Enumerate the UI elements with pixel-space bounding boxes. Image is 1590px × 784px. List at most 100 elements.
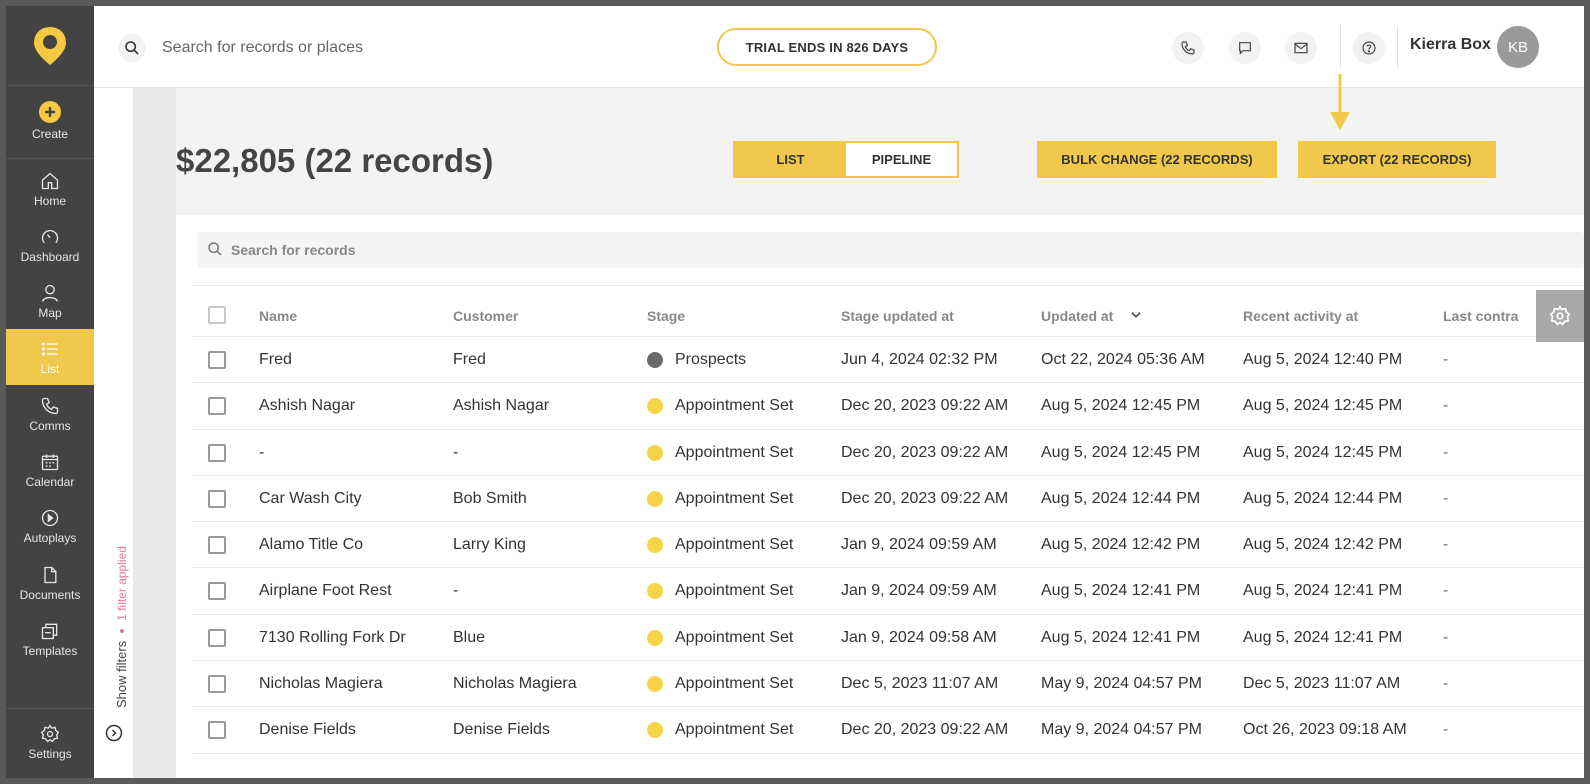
trial-badge[interactable]: TRIAL ENDS IN 826 DAYS <box>717 28 937 66</box>
records-search[interactable] <box>197 232 1584 268</box>
row-checkbox[interactable] <box>208 536 226 555</box>
search-icon[interactable] <box>118 34 146 62</box>
user-name[interactable]: Kierra Box <box>1410 36 1491 54</box>
sidebar-item-create[interactable]: Create <box>6 88 94 152</box>
table-row[interactable]: 7130 Rolling Fork Dr Blue Appointment Set J… <box>192 615 1584 662</box>
help-icon[interactable] <box>1353 32 1385 64</box>
sidebar-item-templates[interactable]: Templates <box>6 611 94 667</box>
bulk-change-button[interactable]: BULK CHANGE (22 RECORDS) <box>1037 141 1277 178</box>
chevron-down-icon <box>1131 312 1141 318</box>
cell-customer: Denise Fields <box>453 721 550 739</box>
cell-last-contact: - <box>1443 582 1449 600</box>
records-card: Name Customer Stage Stage updated at Upd… <box>176 215 1584 778</box>
column-header-recent-activity[interactable]: Recent activity at <box>1243 308 1358 324</box>
play-circle-icon <box>41 509 59 526</box>
column-header-name[interactable]: Name <box>259 308 297 324</box>
table-row[interactable]: Denise Fields Denise Fields Appointment Se… <box>192 707 1584 754</box>
row-checkbox[interactable] <box>208 628 226 647</box>
row-checkbox[interactable] <box>208 397 226 416</box>
column-header-customer[interactable]: Customer <box>453 308 518 324</box>
sidebar-item-label: Documents <box>19 587 81 602</box>
sidebar-item-label: Map <box>38 305 62 320</box>
filter-dot <box>119 628 124 633</box>
app-window: Create Home Dashboard Map List Comms Cal… <box>6 6 1584 778</box>
chat-icon[interactable] <box>1229 32 1261 64</box>
records-search-input[interactable] <box>231 240 531 260</box>
sidebar-item-comms[interactable]: Comms <box>6 386 94 442</box>
column-header-last-contact[interactable]: Last contra <box>1443 308 1518 324</box>
cell-updated: May 9, 2024 04:57 PM <box>1041 675 1202 693</box>
select-all-checkbox[interactable] <box>208 306 226 324</box>
cell-stage: Appointment Set <box>675 721 794 739</box>
table-row[interactable]: Car Wash City Bob Smith Appointment Set Dec… <box>192 476 1584 523</box>
cell-name[interactable]: 7130 Rolling Fork Dr <box>259 629 406 647</box>
cell-recent-activity: Oct 26, 2023 09:18 AM <box>1243 721 1407 739</box>
table-row[interactable]: Nicholas Magiera Nicholas Magiera Appointm… <box>192 661 1584 708</box>
sidebar-item-list[interactable]: List <box>6 329 94 385</box>
sidebar-item-documents[interactable]: Documents <box>6 555 94 611</box>
column-header-stage-updated[interactable]: Stage updated at <box>841 308 954 324</box>
chevron-circle-icon[interactable] <box>105 724 123 742</box>
row-checkbox[interactable] <box>208 443 226 462</box>
sidebar-item-calendar[interactable]: Calendar <box>6 442 94 498</box>
cell-stage: Appointment Set <box>675 489 794 507</box>
cell-last-contact: - <box>1443 397 1449 415</box>
row-checkbox[interactable] <box>208 675 226 694</box>
content-gutter <box>134 88 176 778</box>
search-icon <box>208 242 222 256</box>
avatar[interactable]: KB <box>1497 26 1539 68</box>
row-checkbox[interactable] <box>208 489 226 508</box>
cell-stage: Appointment Set <box>675 675 794 693</box>
cell-stage: Appointment Set <box>675 397 794 415</box>
cell-name[interactable]: Car Wash City <box>259 490 362 508</box>
column-header-stage[interactable]: Stage <box>647 308 685 324</box>
cell-name[interactable]: Alamo Title Co <box>259 536 363 554</box>
sidebar-item-autoplays[interactable]: Autoplays <box>6 498 94 554</box>
arrow-down-icon <box>1330 74 1350 130</box>
sidebar-item-map[interactable]: Map <box>6 273 94 329</box>
cell-customer: Larry King <box>453 536 526 554</box>
filters-applied-label: 1 filter applied <box>114 546 129 621</box>
cell-name[interactable]: - <box>259 444 264 462</box>
sidebar-item-settings[interactable]: Settings <box>6 712 94 772</box>
table-row[interactable]: Airplane Foot Rest - Appointment Set Jan 9,… <box>192 568 1584 615</box>
row-checkbox[interactable] <box>208 721 226 740</box>
sidebar-item-label: Comms <box>29 418 71 433</box>
app-logo[interactable] <box>6 6 94 86</box>
table-row[interactable]: Ashish Nagar Ashish Nagar Appointment Set D… <box>192 383 1584 430</box>
cell-name[interactable]: Fred <box>259 351 292 369</box>
cell-name[interactable]: Ashish Nagar <box>259 397 355 415</box>
column-header-updated[interactable]: Updated at <box>1041 308 1143 324</box>
tab-pipeline[interactable]: PIPELINE <box>846 143 957 176</box>
cell-name[interactable]: Nicholas Magiera <box>259 675 383 693</box>
sidebar: Create Home Dashboard Map List Comms Cal… <box>6 6 94 778</box>
cell-recent-activity: Aug 5, 2024 12:44 PM <box>1243 489 1403 507</box>
cell-stage: Prospects <box>675 351 747 368</box>
row-checkbox[interactable] <box>208 582 226 601</box>
table-row[interactable]: Alamo Title Co Larry King Appointment Set J… <box>192 522 1584 569</box>
tab-list[interactable]: LIST <box>735 143 846 176</box>
sidebar-item-dashboard[interactable]: Dashboard <box>6 217 94 273</box>
filter-toggle[interactable]: Show filters 1 filter applied <box>114 546 129 708</box>
global-search-input[interactable] <box>162 34 462 62</box>
mail-icon[interactable] <box>1285 32 1317 64</box>
sidebar-item-home[interactable]: Home <box>6 161 94 217</box>
cell-stage-updated: Dec 20, 2023 09:22 AM <box>841 397 1009 415</box>
cell-name[interactable]: Airplane Foot Rest <box>259 582 392 600</box>
cell-customer: Ashish Nagar <box>453 397 550 415</box>
person-pin-icon <box>41 284 59 302</box>
table-row[interactable]: Fred Fred Prospects Jun 4, 2024 02:32 PM Oct… <box>192 337 1584 384</box>
cell-stage-updated: Dec 20, 2023 09:22 AM <box>841 721 1009 739</box>
filter-strip[interactable]: Show filters 1 filter applied <box>94 88 134 778</box>
export-button[interactable]: EXPORT (22 RECORDS) <box>1298 141 1496 178</box>
table-row[interactable]: - - Appointment Set Dec 20, 2023 09:22 AM Au… <box>192 430 1584 476</box>
cell-stage-updated: Jan 9, 2024 09:59 AM <box>841 536 997 554</box>
row-checkbox[interactable] <box>208 351 226 369</box>
phone-icon[interactable] <box>1172 32 1204 64</box>
table-settings-button[interactable] <box>1536 290 1584 342</box>
cell-recent-activity: Aug 5, 2024 12:42 PM <box>1243 536 1403 554</box>
show-filters-label[interactable]: Show filters <box>114 641 129 708</box>
cell-name[interactable]: Denise Fields <box>259 721 356 739</box>
stage-dot <box>647 537 663 554</box>
stage-dot <box>647 444 663 461</box>
